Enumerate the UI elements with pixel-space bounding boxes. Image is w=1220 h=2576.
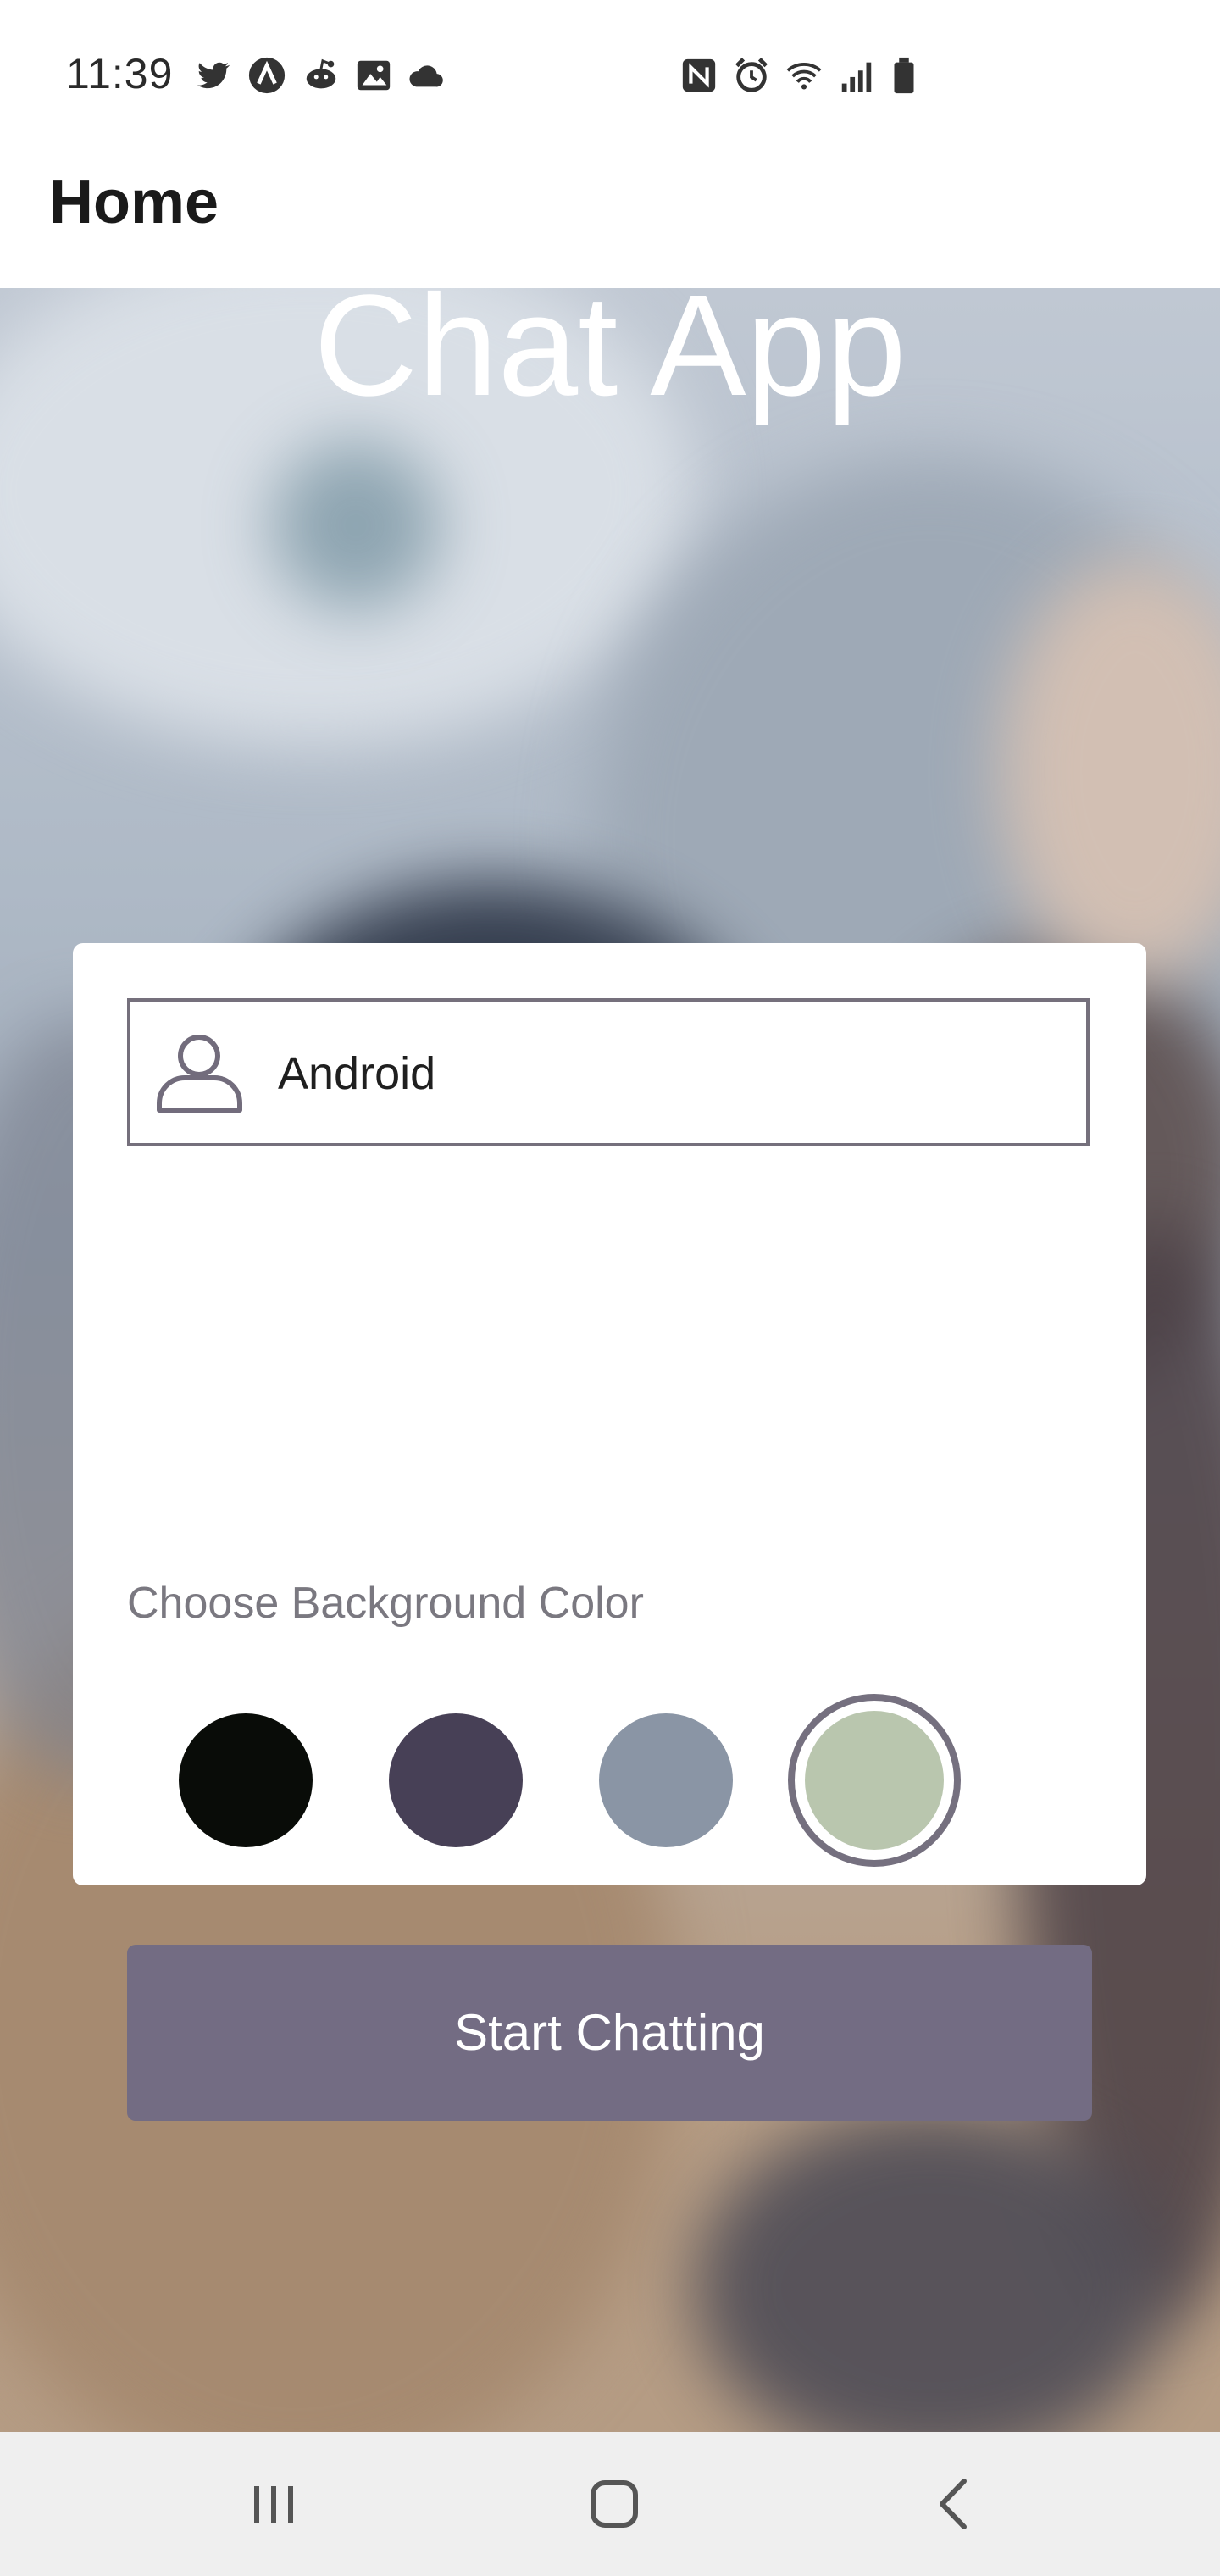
status-bar bbox=[0, 0, 1220, 144]
person-icon bbox=[151, 1025, 248, 1123]
battery-icon bbox=[884, 56, 923, 95]
recent-apps-icon[interactable] bbox=[236, 2466, 312, 2542]
color-option-dark-purple[interactable] bbox=[389, 1713, 523, 1847]
color-option-black[interactable] bbox=[179, 1713, 313, 1847]
nfc-icon bbox=[679, 56, 718, 95]
app-title: Chat App bbox=[313, 265, 907, 426]
bg-shape-teal bbox=[271, 441, 441, 610]
choose-color-label: Choose Background Color bbox=[127, 1579, 644, 1628]
app-a-icon bbox=[247, 56, 286, 95]
back-icon[interactable] bbox=[917, 2466, 993, 2542]
color-option-sage-green[interactable] bbox=[788, 1694, 961, 1867]
status-time: 11:39 bbox=[66, 50, 174, 97]
page-title: Home bbox=[49, 169, 219, 236]
color-option-slate-blue[interactable] bbox=[599, 1713, 733, 1847]
signal-icon bbox=[837, 56, 876, 95]
home-icon[interactable] bbox=[576, 2466, 652, 2542]
name-input[interactable] bbox=[127, 998, 1090, 1146]
name-input-value[interactable]: Android bbox=[278, 1047, 435, 1100]
gallery-icon bbox=[354, 56, 393, 95]
start-chatting-button[interactable]: Start Chatting bbox=[127, 1945, 1092, 2121]
reddit-icon bbox=[302, 56, 341, 95]
alarm-icon bbox=[732, 56, 771, 95]
wifi-icon bbox=[785, 56, 824, 95]
cloud-icon bbox=[407, 56, 446, 95]
twitter-icon bbox=[193, 56, 232, 95]
